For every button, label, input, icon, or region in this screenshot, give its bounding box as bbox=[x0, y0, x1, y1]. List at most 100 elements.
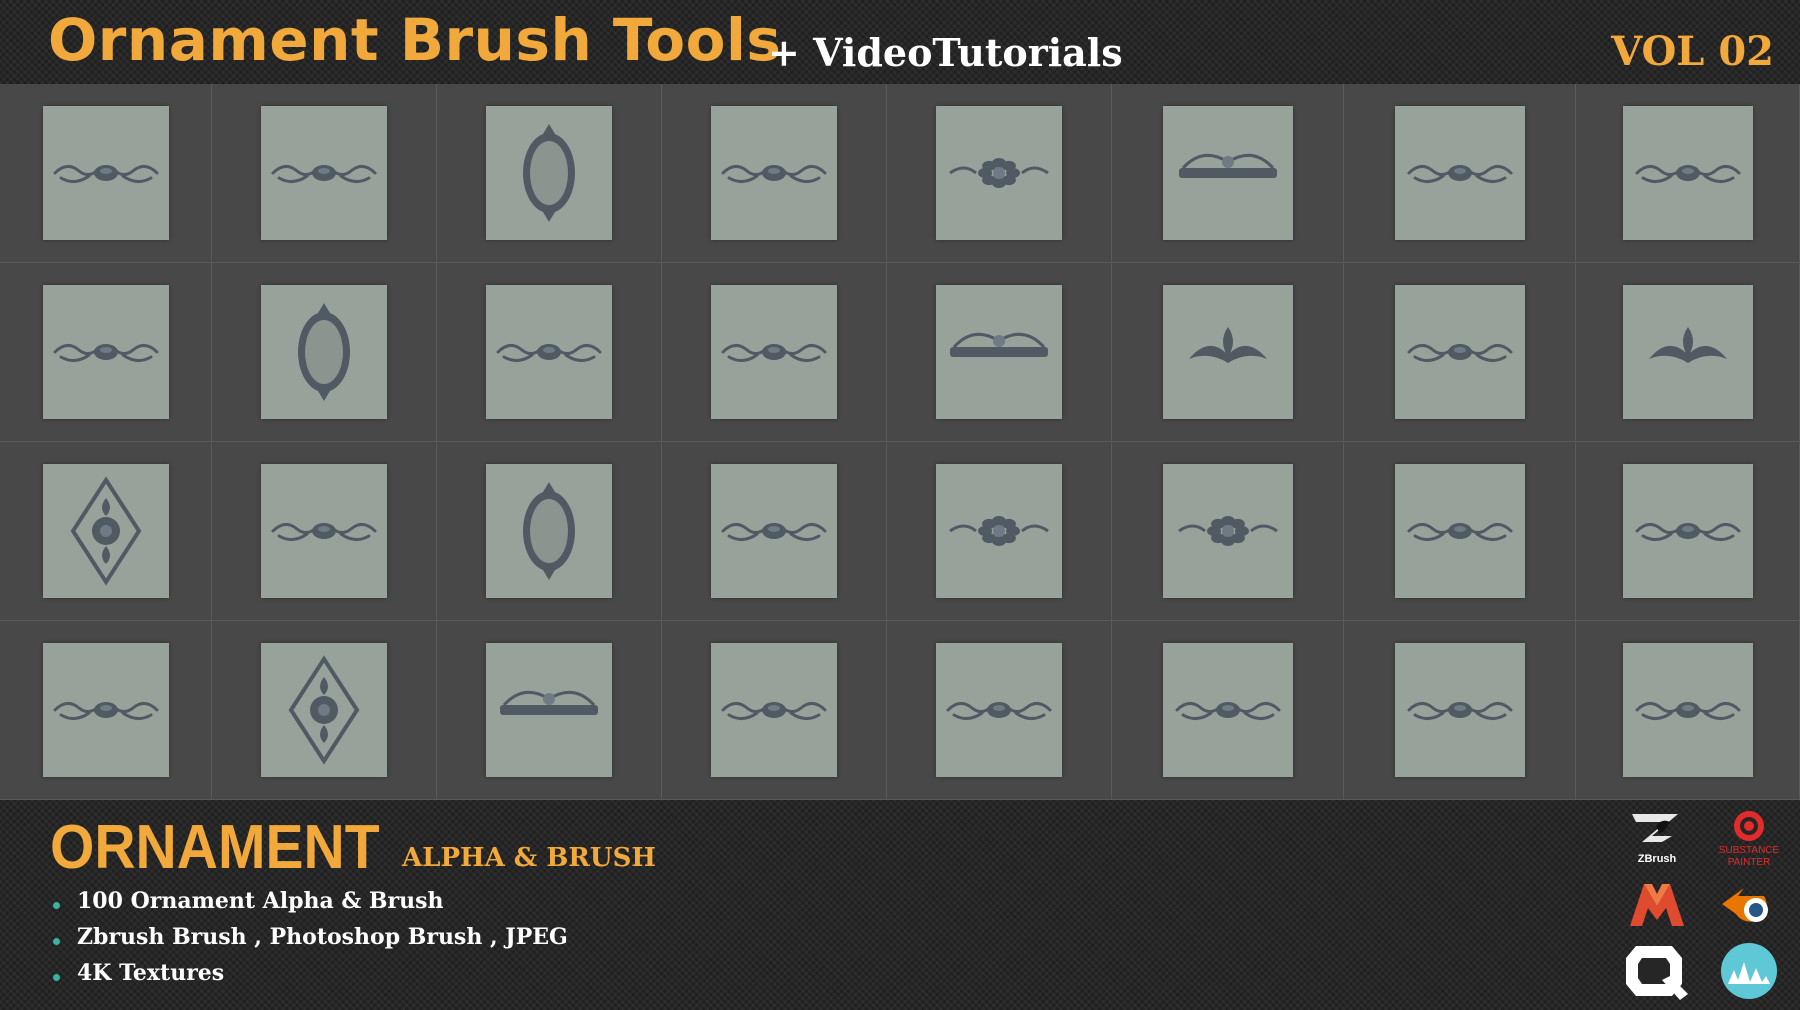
ornament-alpha-thumbnail bbox=[936, 643, 1062, 777]
ornament-alpha-thumbnail bbox=[1162, 464, 1293, 598]
ornament-alpha-thumbnail bbox=[1394, 464, 1525, 598]
feature-text: 100 Ornament Alpha & Brush bbox=[77, 888, 444, 914]
ornament-alpha-thumbnail bbox=[711, 643, 837, 777]
header-band: Ornament Brush Tools + VideoTutorials VO… bbox=[0, 0, 1800, 84]
ornament-alpha-thumbnail bbox=[486, 106, 612, 240]
ornament-icon bbox=[1177, 516, 1278, 546]
ornament-icon bbox=[721, 702, 827, 720]
volume-label: VOL 02 bbox=[1611, 28, 1774, 75]
ornament-icon bbox=[949, 158, 1049, 188]
alpha-brush-subheading: ALPHA & BRUSH bbox=[402, 843, 656, 873]
ornament-alpha-thumbnail bbox=[261, 464, 387, 598]
ornament-cell bbox=[1344, 621, 1576, 800]
ornament-icon bbox=[721, 523, 827, 541]
ornament-icon bbox=[496, 344, 602, 362]
ornament-cell bbox=[1344, 442, 1576, 621]
ornament-icon bbox=[523, 482, 575, 580]
ornament-cell bbox=[0, 442, 212, 621]
ornament-alpha-thumbnail bbox=[1162, 643, 1293, 777]
ornament-icon bbox=[500, 690, 598, 715]
ornament-alpha-thumbnail bbox=[1162, 285, 1293, 419]
blender-logo-icon bbox=[1714, 874, 1784, 936]
ornament-cell bbox=[1576, 263, 1800, 442]
ornament-cell bbox=[1344, 84, 1576, 263]
ornament-alpha-thumbnail bbox=[1622, 106, 1753, 240]
ornament-alpha-thumbnail bbox=[1622, 285, 1753, 419]
ornament-alpha-thumbnail bbox=[261, 106, 387, 240]
ornament-icon bbox=[1635, 702, 1740, 720]
feature-item: 100 Ornament Alpha & Brush bbox=[50, 888, 568, 924]
substance-painter-logo-icon: SUBSTANCE PAINTER bbox=[1714, 806, 1784, 868]
ornament-cell bbox=[887, 621, 1112, 800]
ornament-cell bbox=[212, 442, 437, 621]
ornament-alpha-thumbnail bbox=[486, 643, 612, 777]
ornament-icon bbox=[271, 165, 377, 183]
ornament-alpha-thumbnail bbox=[936, 106, 1062, 240]
zbrush-logo-text: ZBrush bbox=[1638, 853, 1677, 865]
ornament-cell bbox=[1576, 84, 1800, 263]
ornament-icon bbox=[288, 655, 360, 765]
feature-item: 4K Textures bbox=[50, 960, 568, 996]
ornament-cell bbox=[662, 621, 887, 800]
ornament-cell bbox=[437, 621, 662, 800]
ornament-heading: ORNAMENT bbox=[50, 813, 380, 882]
ornament-icon bbox=[1178, 153, 1277, 178]
ornament-icon bbox=[949, 516, 1049, 546]
ornament-icon bbox=[721, 344, 827, 362]
ornament-cell bbox=[887, 442, 1112, 621]
ornament-alpha-thumbnail bbox=[42, 464, 169, 598]
ornament-alpha-thumbnail bbox=[936, 464, 1062, 598]
ornament-cell bbox=[1112, 84, 1344, 263]
ornament-icon bbox=[1407, 523, 1512, 541]
ornament-alpha-thumbnail bbox=[1394, 643, 1525, 777]
ornament-cell bbox=[1576, 621, 1800, 800]
ornament-icon bbox=[1188, 327, 1267, 363]
substance-logo-text-line2: PAINTER bbox=[1728, 857, 1771, 868]
ornament-icon bbox=[721, 165, 827, 183]
ornament-alpha-thumbnail bbox=[1394, 285, 1525, 419]
feature-text: Zbrush Brush , Photoshop Brush , JPEG bbox=[77, 924, 568, 950]
ornament-alpha-thumbnail bbox=[711, 106, 837, 240]
ornament-cell bbox=[437, 84, 662, 263]
ornament-cell bbox=[0, 84, 212, 263]
ornament-cell bbox=[662, 263, 887, 442]
bullet-icon bbox=[53, 902, 60, 909]
feature-item: Zbrush Brush , Photoshop Brush , JPEG bbox=[50, 924, 568, 960]
ornament-cell bbox=[1112, 263, 1344, 442]
software-logos: ZBrush SUBSTANCE PAINTER bbox=[1622, 806, 1792, 1002]
ornament-cell bbox=[1576, 442, 1800, 621]
ornament-cell bbox=[437, 442, 662, 621]
ornament-cell bbox=[662, 442, 887, 621]
ornament-cell bbox=[0, 263, 212, 442]
bullet-icon bbox=[53, 974, 60, 981]
ornament-icon bbox=[53, 344, 158, 362]
video-tutorials-subtitle: + VideoTutorials bbox=[768, 30, 1123, 75]
ornament-icon bbox=[523, 124, 575, 222]
ornament-alpha-thumbnail bbox=[1622, 643, 1753, 777]
substance-logo-text-line1: SUBSTANCE bbox=[1719, 845, 1780, 856]
ornament-cell bbox=[212, 621, 437, 800]
ornament-icon bbox=[1175, 702, 1280, 720]
ornament-icon bbox=[950, 332, 1048, 357]
ornament-alpha-thumbnail bbox=[42, 643, 169, 777]
ornament-icon bbox=[298, 303, 350, 401]
ornament-icon bbox=[53, 165, 158, 183]
ornament-icon bbox=[1635, 523, 1740, 541]
ornament-alpha-thumbnail bbox=[1622, 464, 1753, 598]
ornament-icon bbox=[1648, 327, 1727, 363]
feature-list: 100 Ornament Alpha & Brush Zbrush Brush … bbox=[50, 888, 568, 996]
ornament-alpha-thumbnail bbox=[1394, 106, 1525, 240]
zbrush-logo-icon: ZBrush bbox=[1622, 806, 1692, 868]
ornament-alpha-thumbnail bbox=[42, 285, 169, 419]
ornament-alpha-thumbnail bbox=[261, 285, 387, 419]
ornament-alpha-thumbnail bbox=[486, 285, 612, 419]
ornament-icon bbox=[946, 702, 1052, 720]
3ds-max-logo-icon bbox=[1622, 874, 1692, 936]
ornament-cell bbox=[0, 621, 212, 800]
ornament-cell bbox=[212, 263, 437, 442]
ornament-cell bbox=[887, 263, 1112, 442]
ornament-icon bbox=[1407, 702, 1512, 720]
ornament-alpha-thumbnail bbox=[1162, 106, 1293, 240]
ornament-alpha-thumbnail bbox=[936, 285, 1062, 419]
ornament-alpha-thumbnail bbox=[711, 285, 837, 419]
